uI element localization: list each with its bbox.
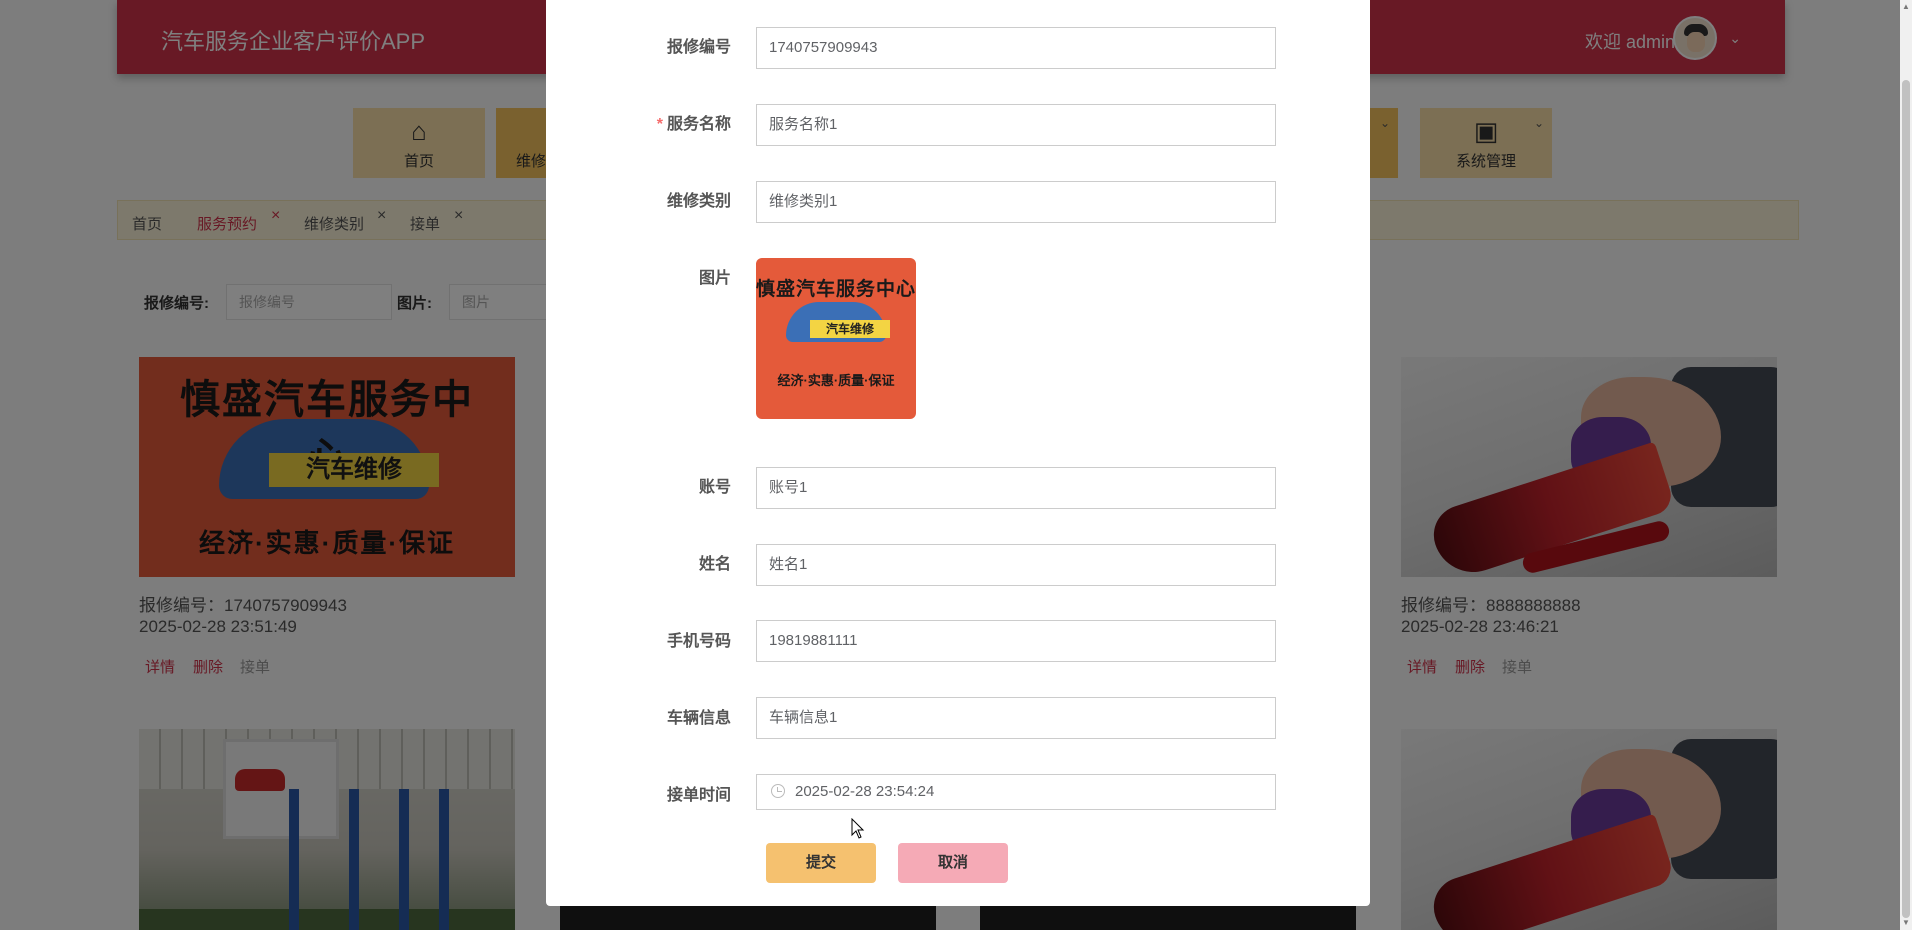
submit-button[interactable]: 提交 bbox=[766, 843, 876, 883]
repair-type-field[interactable]: 维修类别1 bbox=[756, 181, 1276, 223]
phone-label: 手机号码 bbox=[666, 633, 731, 650]
phone-field[interactable]: 19819881111 bbox=[756, 620, 1276, 662]
scroll-thumb[interactable] bbox=[1902, 80, 1910, 918]
image-label: 图片 bbox=[698, 270, 731, 287]
accept-time-label: 接单时间 bbox=[666, 787, 731, 804]
required-mark: * bbox=[656, 116, 663, 133]
repair-type-label: 维修类别 bbox=[666, 193, 731, 210]
service-name-field[interactable]: 服务名称1 bbox=[756, 104, 1276, 146]
scroll-down-icon[interactable]: ▼ bbox=[1902, 918, 1910, 927]
service-name-label: * 服务名称 bbox=[546, 110, 731, 134]
repair-number-label: 报修编号 bbox=[666, 39, 731, 56]
service-name-label-text: 服务名称 bbox=[666, 116, 731, 133]
clock-icon bbox=[771, 784, 785, 798]
preview-sign-title: 慎盛汽车服务中心 bbox=[756, 279, 916, 300]
edit-dialog: 报修编号 1740757909943 * 服务名称 服务名称1 维修类别 维修类别… bbox=[546, 0, 1370, 906]
name-label: 姓名 bbox=[698, 556, 731, 573]
vehicle-field[interactable]: 车辆信息1 bbox=[756, 697, 1276, 739]
vehicle-label: 车辆信息 bbox=[666, 710, 731, 727]
account-field[interactable]: 账号1 bbox=[756, 467, 1276, 509]
cancel-button[interactable]: 取消 bbox=[898, 843, 1008, 883]
name-field[interactable]: 姓名1 bbox=[756, 544, 1276, 586]
account-label: 账号 bbox=[698, 479, 731, 496]
preview-sign-band: 汽车维修 bbox=[810, 320, 890, 338]
preview-sign-slogan: 经济·实惠·质量·保证 bbox=[777, 373, 895, 388]
repair-number-field[interactable]: 1740757909943 bbox=[756, 27, 1276, 69]
image-preview[interactable]: 慎盛汽车服务中心 汽车维修 经济·实惠·质量·保证 bbox=[756, 258, 916, 419]
accept-time-value: 2025-02-28 23:54:24 bbox=[795, 783, 935, 800]
accept-time-field[interactable]: 2025-02-28 23:54:24 bbox=[756, 774, 1276, 810]
page-scrollbar[interactable]: ▲ ▼ bbox=[1900, 0, 1912, 930]
scroll-up-icon[interactable]: ▲ bbox=[1902, 2, 1910, 11]
